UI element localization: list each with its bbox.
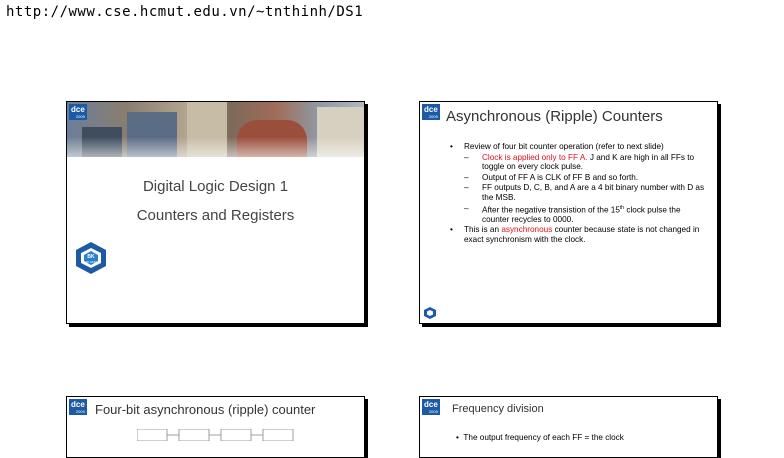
dce-logo-icon: dce 2009 [69, 399, 87, 415]
svg-text:TP.HCM: TP.HCM [85, 260, 97, 264]
dce-logo-icon: dce 2009 [69, 104, 87, 120]
university-emblem-icon [424, 307, 436, 319]
dce-logo-icon: dce 2009 [422, 104, 440, 120]
slide-title: Four-bit asynchronous (ripple) counter [95, 402, 316, 417]
slide-title: Asynchronous (Ripple) Counters [446, 108, 663, 125]
slide-title: Frequency division [452, 403, 544, 415]
page-url: http://www.cse.hcmut.edu.vn/~tnthinh/DS1 [6, 4, 364, 20]
slide-thumbnail-3[interactable]: dce 2009 Four-bit asynchronous (ripple) c… [66, 396, 365, 458]
bullet-item: Review of four bit counter operation (re… [450, 142, 708, 152]
slide-title-line-2: Counters and Registers [136, 207, 295, 224]
sub-bullet-item: Output of FF A is CLK of FF B and so for… [450, 173, 708, 183]
sub-bullet-item: Clock is applied only to FF A. J and K a… [450, 153, 708, 172]
bullet-item: This is an asynchronous counter because … [450, 225, 708, 244]
university-emblem-icon: BK TP.HCM [76, 242, 106, 274]
slide-thumbnail-1[interactable]: dce 2009 Digital Logic Design 1 Counters … [66, 101, 365, 324]
sub-bullet-item: FF outputs D, C, B, and A are a 4 bit bi… [450, 183, 708, 202]
dce-logo-icon: dce 2009 [422, 399, 440, 415]
sub-bullet-item: After the negative transistion of the 15… [450, 204, 708, 225]
slide-thumbnail-4[interactable]: dce 2009 Frequency division • The output … [419, 396, 718, 458]
slide-content: Review of four bit counter operation (re… [450, 142, 708, 246]
slide-title-line-1: Digital Logic Design 1 [142, 178, 289, 195]
slide-thumbnail-2[interactable]: dce2009 Asynchronous (Ripple) Counters R… [419, 101, 718, 324]
counter-circuit-diagram [137, 429, 294, 441]
